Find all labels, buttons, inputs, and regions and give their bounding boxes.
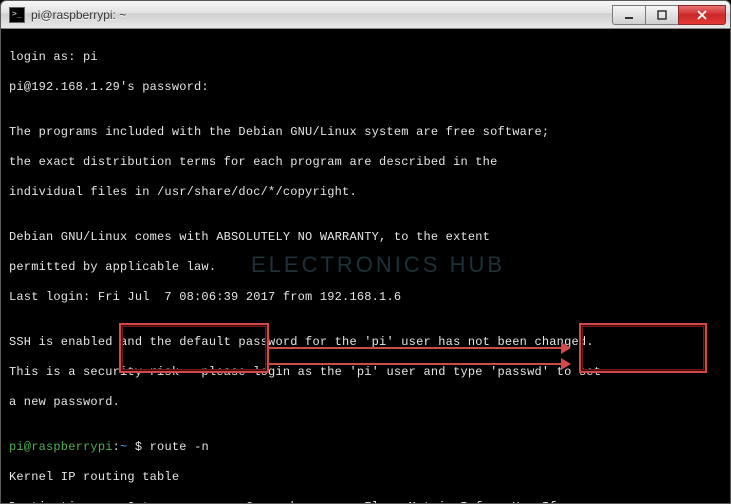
prompt-line: pi@raspberrypi:~ $ route -n (9, 440, 722, 455)
window-frame: pi@raspberrypi: ~ login as: pi pi@192.16… (0, 0, 731, 504)
prompt-path: ~ (120, 440, 127, 454)
window-title: pi@raspberrypi: ~ (31, 8, 613, 22)
route-header: Kernel IP routing table (9, 470, 722, 485)
window-controls (613, 5, 726, 25)
motd-line: SSH is enabled and the default password … (9, 335, 722, 350)
motd-line: Debian GNU/Linux comes with ABSOLUTELY N… (9, 230, 722, 245)
login-user: pi (83, 50, 98, 64)
motd-line: individual files in /usr/share/doc/*/cop… (9, 185, 722, 200)
command-route: route -n (150, 440, 209, 454)
app-icon (9, 7, 25, 23)
prompt-symbol: $ (135, 440, 142, 454)
titlebar[interactable]: pi@raspberrypi: ~ (1, 1, 730, 29)
motd-line: permitted by applicable law. (9, 260, 722, 275)
password-prompt: pi@192.168.1.29's password: (9, 80, 722, 95)
motd-line: the exact distribution terms for each pr… (9, 155, 722, 170)
route-columns: Destination Gateway Genmask Flags Metric… (9, 500, 722, 503)
terminal-viewport[interactable]: login as: pi pi@192.168.1.29's password:… (1, 29, 730, 503)
minimize-icon (624, 10, 634, 20)
login-prompt: login as: (9, 50, 83, 64)
motd-line: This is a security risk - please login a… (9, 365, 722, 380)
maximize-icon (657, 10, 667, 20)
motd-line: Last login: Fri Jul 7 08:06:39 2017 from… (9, 290, 722, 305)
minimize-button[interactable] (612, 5, 646, 25)
login-line: login as: pi (9, 50, 722, 65)
motd-line: a new password. (9, 395, 722, 410)
prompt-userhost: pi@raspberrypi (9, 440, 113, 454)
motd-line: The programs included with the Debian GN… (9, 125, 722, 140)
close-icon (696, 9, 708, 21)
maximize-button[interactable] (645, 5, 679, 25)
close-button[interactable] (678, 5, 726, 25)
